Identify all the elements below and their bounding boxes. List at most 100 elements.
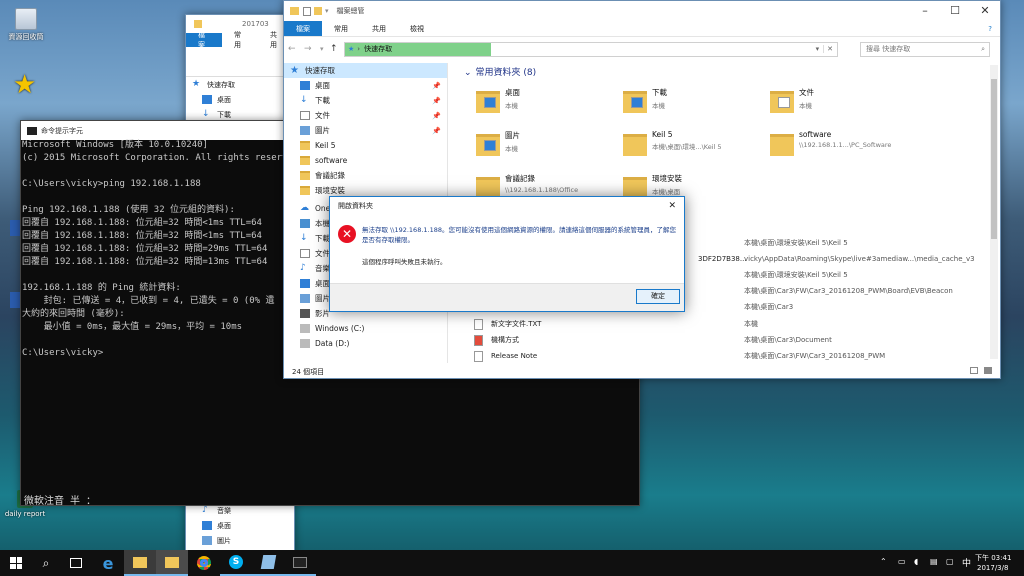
cmd-taskbar-icon[interactable] (284, 550, 316, 576)
frequent-folder-item[interactable]: software \\192.168.1.1...\PC_Software (770, 130, 910, 156)
tray-chevron-icon[interactable]: ⌃ (880, 557, 887, 566)
nav-nav-3[interactable]: 圖片 📌 (284, 123, 447, 138)
search-input[interactable]: 搜尋 快速存取 ⌕ (860, 41, 990, 57)
folder-icon (300, 186, 310, 195)
nav-nav-1[interactable]: ↓ 下載 📌 (284, 93, 447, 108)
pin-icon[interactable]: 📌 (432, 127, 441, 135)
app-icon[interactable] (252, 550, 284, 576)
large-icons-view-icon[interactable] (984, 367, 992, 374)
tab-home[interactable]: 常用 (322, 21, 360, 36)
document-icon (300, 111, 310, 120)
tab-share[interactable]: 共用 (360, 21, 398, 36)
new-folder-icon[interactable] (314, 7, 322, 15)
close-button[interactable]: ✕ (668, 201, 676, 211)
clock-time[interactable]: 下午 03:41 (975, 553, 1011, 563)
frequent-folders-header[interactable]: ⌄ 常用資料夾 (8) (464, 65, 536, 78)
task-view-icon[interactable] (60, 550, 92, 576)
maximize-button[interactable]: ☐ (940, 1, 970, 21)
nav-nav-4[interactable]: Keil 5 (284, 138, 447, 153)
back-arrow-icon[interactable]: ← (288, 44, 304, 54)
folder-location: \\192.168.1.1...\PC_Software (799, 141, 892, 149)
refresh-icon[interactable]: ✕ (823, 45, 833, 53)
frequent-folder-item[interactable]: 文件 本機 (770, 87, 910, 113)
frequent-folder-item[interactable]: 桌面 本機 (476, 87, 616, 113)
nav-nav2-8[interactable]: Windows (C:) (284, 321, 447, 336)
ok-button[interactable]: 確定 (636, 289, 680, 304)
folder-icon (300, 141, 310, 150)
chrome-icon[interactable] (188, 550, 220, 576)
address-bar[interactable]: ★ › 快速存取 ▾ ✕ (344, 41, 838, 57)
nav-quick-access[interactable]: ★ 快速存取 (186, 77, 294, 92)
error-icon: ✕ (338, 225, 356, 243)
nav-nav-5[interactable]: software (284, 153, 447, 168)
explorer-taskbar-icon-active[interactable] (156, 550, 188, 576)
tab-view[interactable]: 檢視 (398, 21, 436, 36)
details-view-icon[interactable] (970, 367, 978, 374)
pin-icon[interactable]: 📌 (432, 82, 441, 90)
folder-location: 本機 (505, 145, 518, 153)
nav-nav2-9[interactable]: Data (D:) (284, 336, 447, 351)
recent-file-row[interactable]: 新文字文件.TXT 本機 (474, 317, 994, 331)
volume-icon[interactable]: ◖ (914, 557, 918, 566)
tab-file[interactable]: 檔案 (284, 21, 322, 36)
recent-file-row[interactable]: Release Note 本機\桌面\Car3\FW\Car3_20161208_… (474, 349, 994, 363)
desktop-icon (300, 81, 310, 90)
file-path: 本機 (744, 320, 758, 328)
nav-quick-access[interactable]: ★ 快速存取 (284, 63, 447, 78)
folder-location: 本機 (505, 102, 518, 110)
drive-icon (300, 324, 310, 333)
forward-arrow-icon[interactable]: → (304, 44, 320, 54)
download-icon: ↓ (300, 95, 308, 105)
recent-locations-icon[interactable]: ▾ (320, 45, 330, 53)
properties-icon[interactable] (303, 6, 311, 16)
tab-home[interactable]: 常用 (222, 31, 258, 49)
recycle-bin-icon[interactable]: 資源回收筒 (6, 8, 46, 42)
start-button[interactable] (0, 550, 32, 576)
folder-location: \\192.168.1.188\Office (505, 186, 579, 194)
help-icon[interactable]: ? (988, 25, 992, 33)
folder-icon (300, 156, 310, 165)
keyboard-icon[interactable]: ▤ (930, 557, 938, 566)
edge-icon[interactable]: e (92, 550, 124, 576)
pin-icon[interactable]: 📌 (432, 97, 441, 105)
network-icon[interactable]: ▭ (898, 557, 906, 566)
search-icon[interactable]: ⌕ (30, 550, 62, 576)
nav-nav-0[interactable]: 桌面 📌 (284, 78, 447, 93)
folder-location: 本機 (652, 102, 665, 110)
explorer-window[interactable]: ▾ 檔案總管 – ☐ ✕ 檔案 常用 共用 檢視 ? ← → ▾ ↑ ★ › 快… (283, 0, 1001, 379)
skype-icon[interactable]: S (220, 550, 252, 576)
video-icon (300, 309, 310, 318)
cmd-output[interactable]: Microsoft Windows [版本 10.0.10240] (c) 20… (22, 139, 298, 360)
nav-desktop[interactable]: 桌面 (186, 92, 294, 107)
chevron-down-icon[interactable]: ▾ (816, 45, 820, 53)
frequent-folder-item[interactable]: 圖片 本機 (476, 130, 616, 156)
search-icon: ⌕ (981, 44, 985, 53)
error-dialog[interactable]: 開啟資料夾 ✕ ✕ 無法存取 \\192.168.1.188。您可能沒有使用這個… (329, 196, 685, 312)
minimize-button[interactable]: – (910, 1, 940, 21)
clock-date[interactable]: 2017/3/8 (977, 564, 1008, 572)
picture-icon (300, 294, 310, 303)
notification-icon[interactable]: ▢ (946, 557, 954, 566)
pin-icon[interactable]: 📌 (432, 112, 441, 120)
file-path: 本機\桌面\Car3\FW\Car3_20161208_PWM (744, 352, 886, 360)
up-arrow-icon[interactable]: ↑ (330, 44, 344, 54)
desktop-icon (300, 279, 310, 288)
star-shortcut-icon[interactable]: ★ (4, 72, 44, 98)
vertical-scrollbar[interactable] (990, 65, 998, 359)
folder-name: 會議記錄 (505, 174, 535, 183)
folder-icon (290, 7, 299, 15)
tab-file[interactable]: 檔案 (186, 31, 222, 49)
nav-nav-2[interactable]: 文件 📌 (284, 108, 447, 123)
explorer-taskbar-icon[interactable] (124, 550, 156, 576)
ime-icon[interactable]: 中 (962, 556, 971, 569)
frequent-folder-item[interactable]: 下載 本機 (623, 87, 763, 113)
recent-file-row[interactable]: 機構方式 本機\桌面\Car3\Document (474, 333, 994, 347)
close-button[interactable]: ✕ (970, 1, 1000, 21)
chevron-down-icon[interactable]: ▾ (325, 7, 329, 15)
file-path: 本機\桌面\Car3\Document (744, 336, 832, 344)
nav-desktop[interactable]: 桌面 (186, 518, 231, 533)
nav-pictures[interactable]: 圖片 (186, 533, 231, 548)
frequent-folder-item[interactable]: Keil 5 本機\桌面\環境...\Keil 5 (623, 130, 763, 156)
file-name: 機構方式 (491, 336, 519, 344)
nav-nav-6[interactable]: 會議記錄 (284, 168, 447, 183)
